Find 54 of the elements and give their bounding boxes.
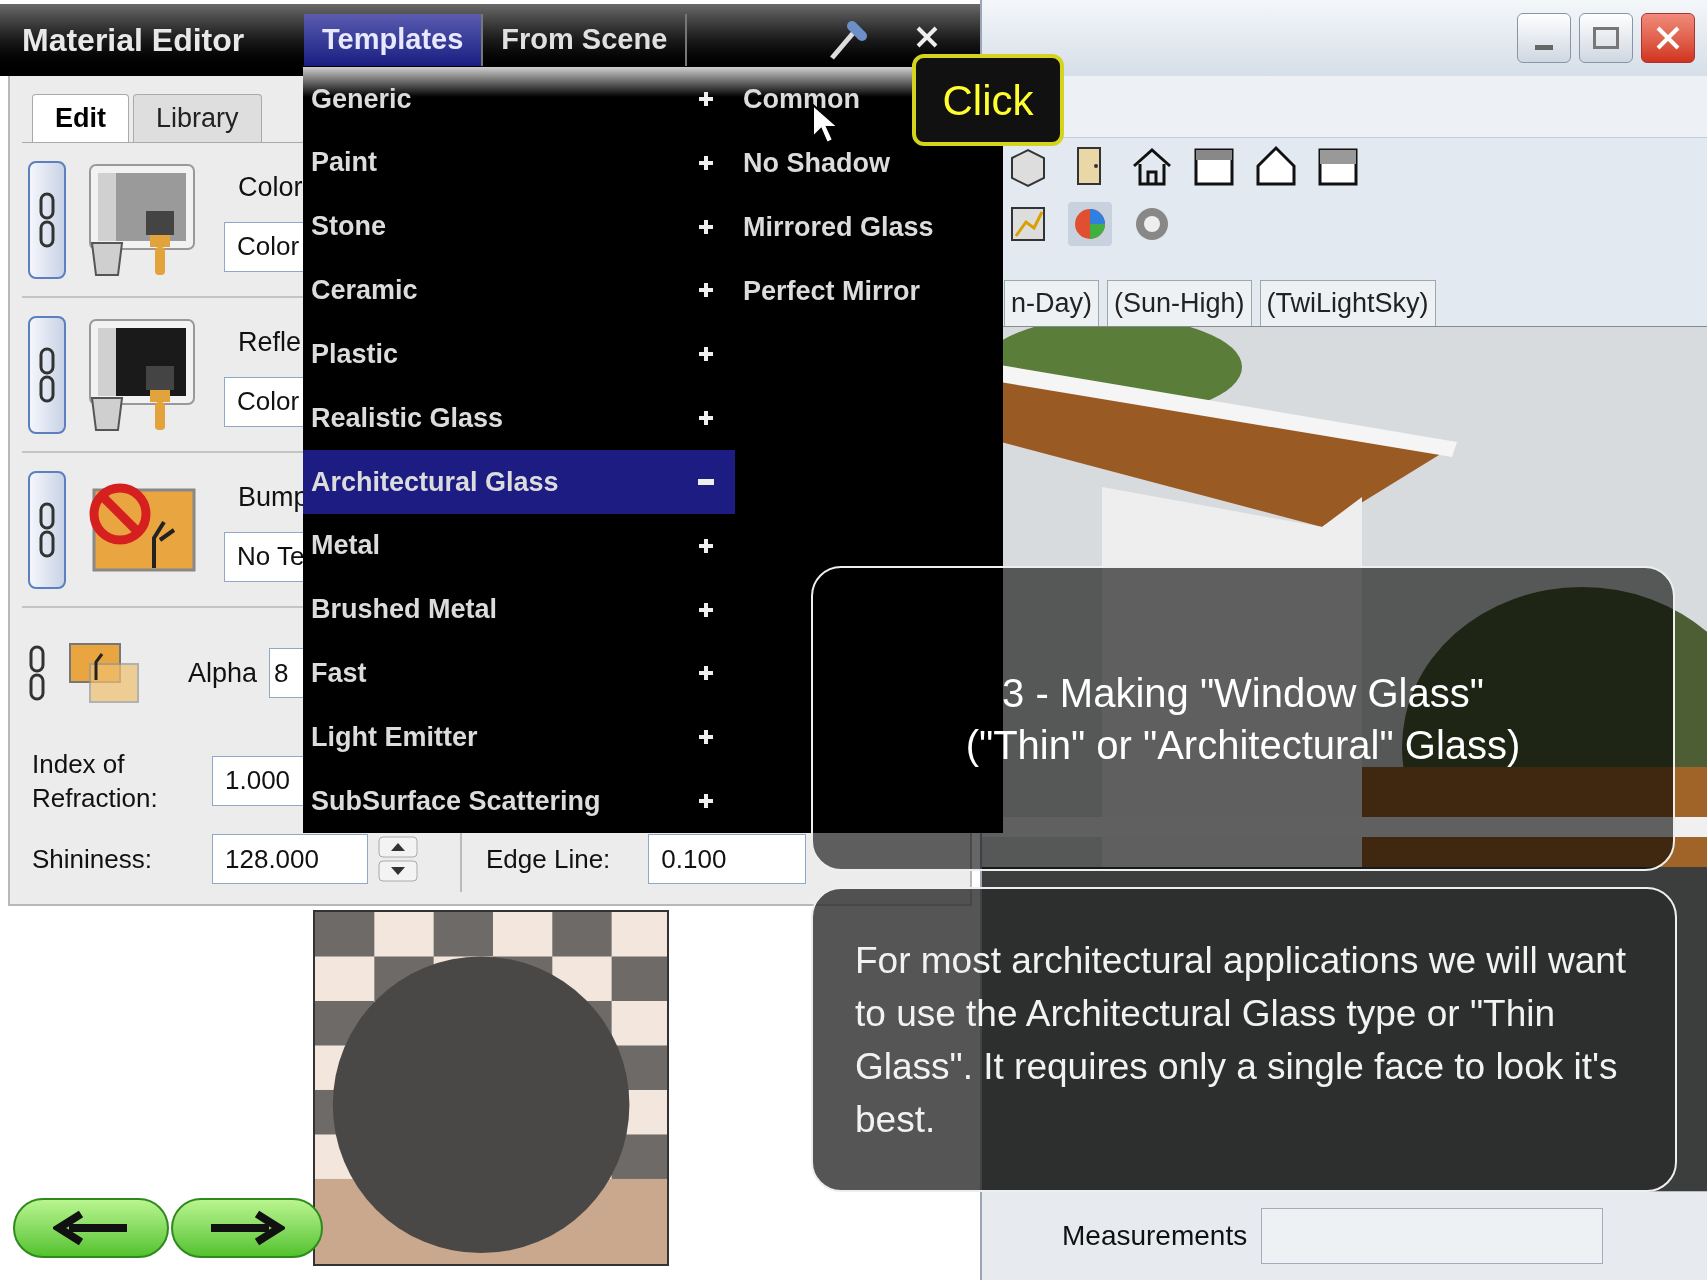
edge-line-label: Edge Line: bbox=[486, 842, 611, 876]
plus-icon bbox=[697, 89, 715, 108]
chain-link-icon bbox=[28, 643, 46, 703]
spinner[interactable] bbox=[378, 836, 418, 882]
link-toggle[interactable] bbox=[28, 470, 66, 589]
menu-item[interactable]: Architectural Glass bbox=[303, 449, 735, 514]
panel-tab[interactable]: Edit bbox=[32, 94, 129, 142]
index-of-refraction-label: Index of Refraction: bbox=[32, 747, 159, 815]
maximize-button[interactable] bbox=[1579, 13, 1633, 63]
plus-icon bbox=[697, 728, 715, 747]
minimize-button[interactable] bbox=[1517, 13, 1571, 63]
measurements-field[interactable] bbox=[1261, 1208, 1604, 1264]
tutorial-title-line: 3 - Making "Window Glass" bbox=[1002, 669, 1484, 717]
tutorial-body-text: For most architectural applications we will want to use the Architectural Glass type or "Thin Glass". It requires only a single face to look it's best. bbox=[855, 938, 1628, 1142]
back-button[interactable] bbox=[13, 1198, 169, 1258]
color-wheel-icon[interactable] bbox=[1066, 200, 1114, 248]
menu-item[interactable]: Paint bbox=[303, 130, 735, 195]
plus-icon bbox=[697, 281, 715, 300]
scene-tab[interactable]: n-Day) bbox=[1004, 280, 1099, 326]
plus-icon bbox=[697, 409, 715, 428]
tutorial-title-line: ("Thin" or "Architectural" Glass) bbox=[965, 721, 1521, 769]
panel-tab[interactable]: Library bbox=[133, 94, 262, 142]
submenu-item[interactable]: Perfect Mirror bbox=[743, 259, 934, 323]
submenu-item[interactable]: Mirrored Glass bbox=[743, 195, 934, 259]
minus-icon bbox=[698, 478, 714, 485]
menu-item[interactable]: Generic bbox=[303, 67, 735, 131]
right-arrow-icon bbox=[209, 1210, 285, 1246]
plus-icon bbox=[697, 600, 715, 619]
picture-icon[interactable] bbox=[68, 642, 140, 704]
window-title: Material Editor bbox=[22, 21, 246, 60]
close-icon bbox=[1654, 24, 1682, 52]
edge-line-field[interactable]: 0.100 bbox=[648, 834, 807, 884]
close-icon[interactable] bbox=[916, 26, 938, 48]
plus-icon bbox=[697, 217, 715, 236]
close-button[interactable] bbox=[1641, 13, 1695, 63]
plus-icon bbox=[697, 153, 715, 172]
plus-icon bbox=[697, 792, 715, 810]
plus-icon bbox=[697, 345, 715, 364]
plus-icon bbox=[697, 536, 715, 555]
scene-tab[interactable]: (Sun-High) bbox=[1107, 280, 1252, 326]
eyedropper-icon[interactable] bbox=[828, 18, 868, 62]
shininess-label: Shininess: bbox=[32, 842, 153, 876]
forward-button[interactable] bbox=[171, 1198, 323, 1258]
shininess-field[interactable]: 128.000 bbox=[212, 834, 368, 884]
menu-tab[interactable]: Templates bbox=[304, 14, 484, 66]
measurements-label: Measurements bbox=[1062, 1219, 1248, 1253]
alpha-label: Alpha bbox=[188, 656, 258, 690]
left-arrow-icon bbox=[53, 1210, 129, 1246]
channel-label: Color bbox=[237, 171, 304, 205]
link-toggle[interactable] bbox=[28, 315, 66, 434]
plus-icon bbox=[697, 664, 715, 683]
link-toggle[interactable] bbox=[28, 160, 66, 279]
click-tooltip: Click bbox=[912, 54, 1064, 146]
scene-tab[interactable]: (TwiLightSky) bbox=[1259, 280, 1436, 326]
